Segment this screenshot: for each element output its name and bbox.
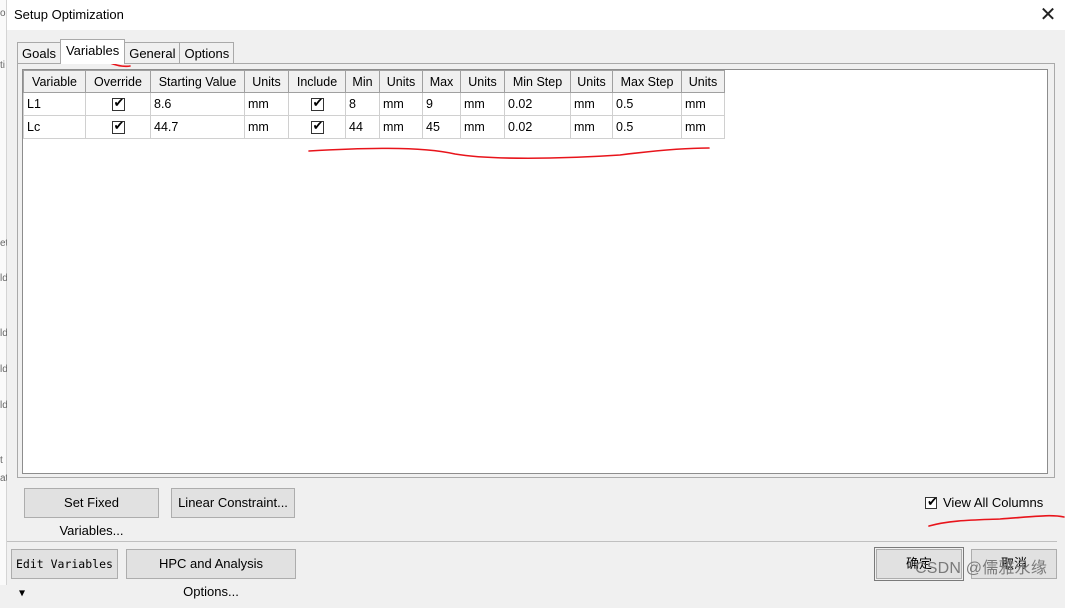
column-header-max[interactable]: Max (422, 70, 461, 93)
setup-optimization-dialog: Setup Optimization ✕ Goals Variables Gen… (7, 0, 1065, 599)
dialog-title: Setup Optimization (14, 7, 124, 22)
linear-constraint-button[interactable]: Linear Constraint... (171, 488, 295, 518)
cell-starting-value[interactable]: 44.7 (150, 115, 245, 139)
checkmark-icon: ✔ (927, 493, 938, 509)
tab-general[interactable]: General (124, 42, 181, 64)
cell-min[interactable]: 44 (345, 115, 380, 139)
cell-variable[interactable]: Lc (23, 115, 86, 139)
variables-table: Variable Override Starting Value Units I… (23, 70, 725, 139)
edge-text-fragment: et (0, 238, 7, 249)
cell-units[interactable]: mm (681, 92, 725, 116)
cell-min[interactable]: 8 (345, 92, 380, 116)
cell-max-step[interactable]: 0.5 (612, 92, 682, 116)
edge-text-fragment: ld (0, 328, 7, 339)
column-header-units[interactable]: Units (379, 70, 423, 93)
variables-panel: Variable Override Starting Value Units I… (17, 63, 1055, 478)
column-header-min-step[interactable]: Min Step (504, 70, 571, 93)
tab-variables[interactable]: Variables (59, 39, 126, 64)
cell-units[interactable]: mm (379, 92, 423, 116)
override-checkbox[interactable]: ✔ (111, 118, 125, 135)
column-header-min[interactable]: Min (345, 70, 380, 93)
cell-max[interactable]: 9 (422, 92, 461, 116)
cell-units[interactable]: mm (244, 115, 289, 139)
table-row[interactable]: Lc ✔ 44.7 mm ✔ 44 mm 45 mm 0.02 mm 0.5 m… (23, 115, 725, 139)
tab-goals[interactable]: Goals (17, 42, 61, 64)
cell-max-step[interactable]: 0.5 (612, 115, 682, 139)
table-header-row: Variable Override Starting Value Units I… (23, 70, 725, 93)
cell-units[interactable]: mm (244, 92, 289, 116)
checkmark-icon: ✔ (113, 95, 125, 111)
include-checkbox[interactable]: ✔ (310, 95, 324, 112)
include-checkbox[interactable]: ✔ (310, 118, 324, 135)
checkmark-icon: ✔ (113, 118, 125, 134)
view-all-columns-option[interactable]: ✔ View All Columns (925, 493, 1044, 510)
column-header-include[interactable]: Include (288, 70, 346, 93)
tab-options[interactable]: Options (179, 42, 235, 64)
cell-include[interactable]: ✔ (288, 115, 346, 139)
title-bar[interactable]: Setup Optimization ✕ (7, 0, 1065, 30)
hpc-analysis-options-button[interactable]: HPC and Analysis Options... (126, 549, 296, 599)
cell-units[interactable]: mm (681, 115, 725, 139)
view-all-columns-checkbox[interactable]: ✔ (925, 493, 938, 509)
column-header-starting-value[interactable]: Starting Value (150, 70, 245, 93)
column-header-units[interactable]: Units (244, 70, 289, 93)
column-header-max-step[interactable]: Max Step (612, 70, 682, 93)
watermark: CSDN @儒雅永缘 (915, 560, 1048, 577)
cell-units[interactable]: mm (379, 115, 423, 139)
cell-override[interactable]: ✔ (85, 92, 151, 116)
cell-units[interactable]: mm (570, 92, 613, 116)
cell-units[interactable]: mm (460, 115, 505, 139)
tab-strip: Goals Variables General Options (17, 39, 235, 64)
close-icon[interactable]: ✕ (1031, 0, 1065, 30)
edit-variables-dropdown[interactable]: Edit Variables ▼ (11, 549, 118, 599)
cell-include[interactable]: ✔ (288, 92, 346, 116)
cell-units[interactable]: mm (570, 115, 613, 139)
column-header-units[interactable]: Units (681, 70, 725, 93)
background-window-edge: o ti et ld ld ld ld t at (0, 0, 7, 585)
set-fixed-variables-button[interactable]: Set Fixed Variables... (24, 488, 159, 538)
cell-override[interactable]: ✔ (85, 115, 151, 139)
cell-variable[interactable]: L1 (23, 92, 86, 116)
cell-max[interactable]: 45 (422, 115, 461, 139)
edge-text-fragment: ti (0, 60, 5, 71)
column-header-units[interactable]: Units (460, 70, 505, 93)
edge-text-fragment: ld (0, 364, 7, 375)
cell-min-step[interactable]: 0.02 (504, 92, 571, 116)
checkmark-icon: ✔ (312, 95, 324, 111)
edge-text-fragment: ld (0, 400, 7, 411)
divider (7, 541, 1057, 542)
cell-min-step[interactable]: 0.02 (504, 115, 571, 139)
cell-units[interactable]: mm (460, 92, 505, 116)
edge-text-fragment: ld (0, 273, 7, 284)
chevron-down-icon: ▼ (19, 588, 26, 599)
view-all-columns-label: View All Columns (943, 495, 1044, 510)
table-row[interactable]: L1 ✔ 8.6 mm ✔ 8 mm 9 mm 0.02 mm 0.5 mm (23, 92, 725, 116)
edge-text-fragment: at (0, 473, 7, 484)
cell-starting-value[interactable]: 8.6 (150, 92, 245, 116)
column-header-variable[interactable]: Variable (23, 70, 86, 93)
column-header-units[interactable]: Units (570, 70, 613, 93)
edit-variables-label: Edit Variables (16, 557, 113, 571)
checkmark-icon: ✔ (312, 118, 324, 134)
edge-text-fragment: o (0, 8, 6, 19)
edge-text-fragment: t (0, 455, 3, 466)
variables-grid[interactable]: Variable Override Starting Value Units I… (22, 69, 1048, 474)
override-checkbox[interactable]: ✔ (111, 95, 125, 112)
column-header-override[interactable]: Override (85, 70, 151, 93)
